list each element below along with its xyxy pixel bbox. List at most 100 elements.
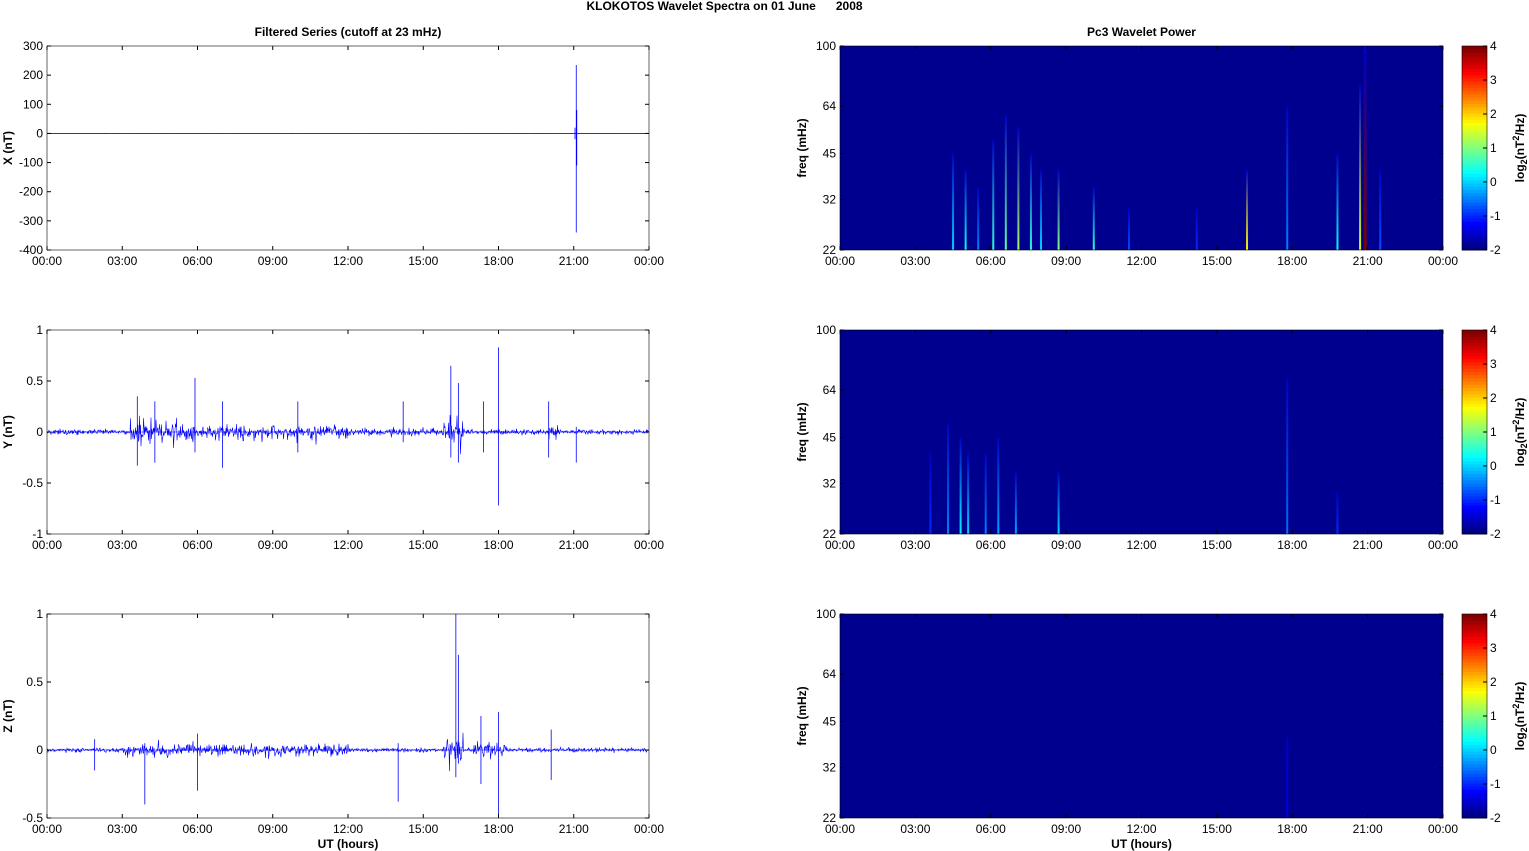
y-tick-label: 32	[823, 761, 837, 775]
colorbar-label: log2(nT2/Hz)	[1511, 114, 1529, 183]
x-tick-label: 12:00	[1126, 254, 1156, 268]
colorbar-cell	[1462, 106, 1487, 111]
y-tick-label: 1	[36, 323, 43, 337]
colorbar-cell	[1462, 649, 1487, 653]
y-tick-label: 64	[823, 99, 837, 113]
colorbar-cell	[1462, 620, 1487, 625]
y-tick-label: 0	[36, 743, 43, 757]
y-tick-label: 100	[23, 97, 43, 111]
colorbar-cell	[1462, 687, 1487, 691]
colorbar-cell	[1462, 779, 1487, 784]
chart-spectrum-z: -2 -1 0 1 2 3 4 log2(nT2/Hz) 00:00 03:00 06:00 09:0…	[795, 607, 1529, 851]
colorbar-cell	[1462, 396, 1487, 401]
colorbar-cell	[1462, 46, 1487, 50]
colorbar-cell	[1462, 719, 1487, 723]
power-band	[1004, 114, 1007, 250]
power-band	[1092, 187, 1095, 250]
y-axis-label: Y (nT)	[1, 415, 15, 449]
colorbar-cell	[1462, 393, 1487, 398]
colorbar-cell	[1462, 103, 1487, 108]
colorbar-cell	[1462, 173, 1487, 178]
colorbar-cell	[1462, 502, 1487, 506]
colorbar-tick-label: 2	[1490, 675, 1497, 689]
colorbar-cell	[1462, 205, 1487, 210]
colorbar-cell	[1462, 671, 1487, 676]
power-band	[1127, 208, 1130, 250]
y-axis-label: freq (mHz)	[795, 686, 809, 745]
chart-series-z: 00:00 03:00 06:00 09:00 12:00 15:00 18:00 21:00…	[1, 607, 664, 851]
colorbar-cell	[1462, 167, 1487, 171]
colorbar-cell	[1462, 128, 1487, 133]
power-band	[992, 139, 995, 250]
y-tick-label: 45	[823, 147, 837, 161]
colorbar-cell	[1462, 527, 1487, 532]
colorbar-cell	[1462, 476, 1487, 481]
colorbar-cell	[1462, 368, 1487, 372]
colorbar-cell	[1462, 218, 1487, 222]
colorbar-cell	[1462, 700, 1487, 704]
x-tick-label: 03:00	[107, 254, 137, 268]
colorbar-cell	[1462, 416, 1487, 420]
power-band	[967, 453, 970, 534]
colorbar-label: log2(nT2/Hz)	[1511, 682, 1529, 751]
colorbar-cell	[1462, 71, 1487, 76]
power-band	[1014, 471, 1017, 534]
colorbar-cell	[1462, 716, 1487, 720]
colorbar-cell	[1462, 122, 1487, 127]
x-tick-label: 00:00	[634, 254, 664, 268]
colorbar-cell	[1462, 460, 1487, 465]
power-band	[964, 169, 967, 250]
colorbar-cell	[1462, 336, 1487, 341]
colorbar-cell	[1462, 400, 1487, 404]
colorbar-cell	[1462, 61, 1487, 66]
colorbar-cell	[1462, 154, 1487, 159]
colorbar-cell	[1462, 138, 1487, 143]
colorbar-tick-label: -2	[1490, 527, 1501, 541]
colorbar-cell	[1462, 74, 1487, 79]
colorbar-cell	[1462, 776, 1487, 781]
power-band	[1336, 153, 1339, 250]
y-tick-label: -0.5	[22, 476, 43, 490]
colorbar-cell	[1462, 339, 1487, 344]
colorbar-cell	[1462, 84, 1487, 88]
colorbar-cell	[1462, 58, 1487, 63]
x-tick-label: 21:00	[1353, 254, 1383, 268]
colorbar-cell	[1462, 728, 1487, 733]
colorbar-cell	[1462, 684, 1487, 688]
colorbar-tick-label: 2	[1490, 107, 1497, 121]
power-band	[1286, 106, 1289, 250]
spectrum-background	[840, 614, 1443, 818]
colorbar-cell	[1462, 505, 1487, 509]
colorbar-cell	[1462, 170, 1487, 174]
colorbar-cell	[1462, 792, 1487, 797]
y-tick-label: -400	[19, 243, 43, 257]
colorbar-cell	[1462, 735, 1487, 739]
colorbar-cell	[1462, 706, 1487, 711]
colorbar-cell	[1462, 470, 1487, 474]
power-band	[947, 423, 950, 534]
y-tick-label: 32	[823, 193, 837, 207]
x-tick-label: 09:00	[258, 822, 288, 836]
x-tick-label: 12:00	[333, 538, 363, 552]
x-tick-label: 12:00	[333, 254, 363, 268]
power-band	[952, 153, 955, 250]
colorbar-cell	[1462, 412, 1487, 417]
colorbar-cell	[1462, 352, 1487, 356]
x-tick-label: 06:00	[182, 822, 212, 836]
x-tick-label: 03:00	[900, 538, 930, 552]
x-tick-label: 00:00	[1428, 822, 1458, 836]
x-tick-label: 00:00	[634, 822, 664, 836]
colorbar-cell	[1462, 52, 1487, 57]
colorbar-cell	[1462, 709, 1487, 714]
y-tick-label: 0	[36, 126, 43, 140]
colorbar-tick-label: 1	[1490, 425, 1497, 439]
colorbar-cell	[1462, 109, 1487, 114]
colorbar-cell	[1462, 744, 1487, 749]
colorbar-cell	[1462, 211, 1487, 216]
x-tick-label: 18:00	[483, 822, 513, 836]
y-tick-label: 0.5	[26, 675, 43, 689]
y-axis-label: freq (mHz)	[795, 402, 809, 461]
colorbar-cell	[1462, 371, 1487, 376]
colorbar-cell	[1462, 454, 1487, 458]
chart-title: Filtered Series (cutoff at 23 mHz)	[255, 25, 442, 39]
